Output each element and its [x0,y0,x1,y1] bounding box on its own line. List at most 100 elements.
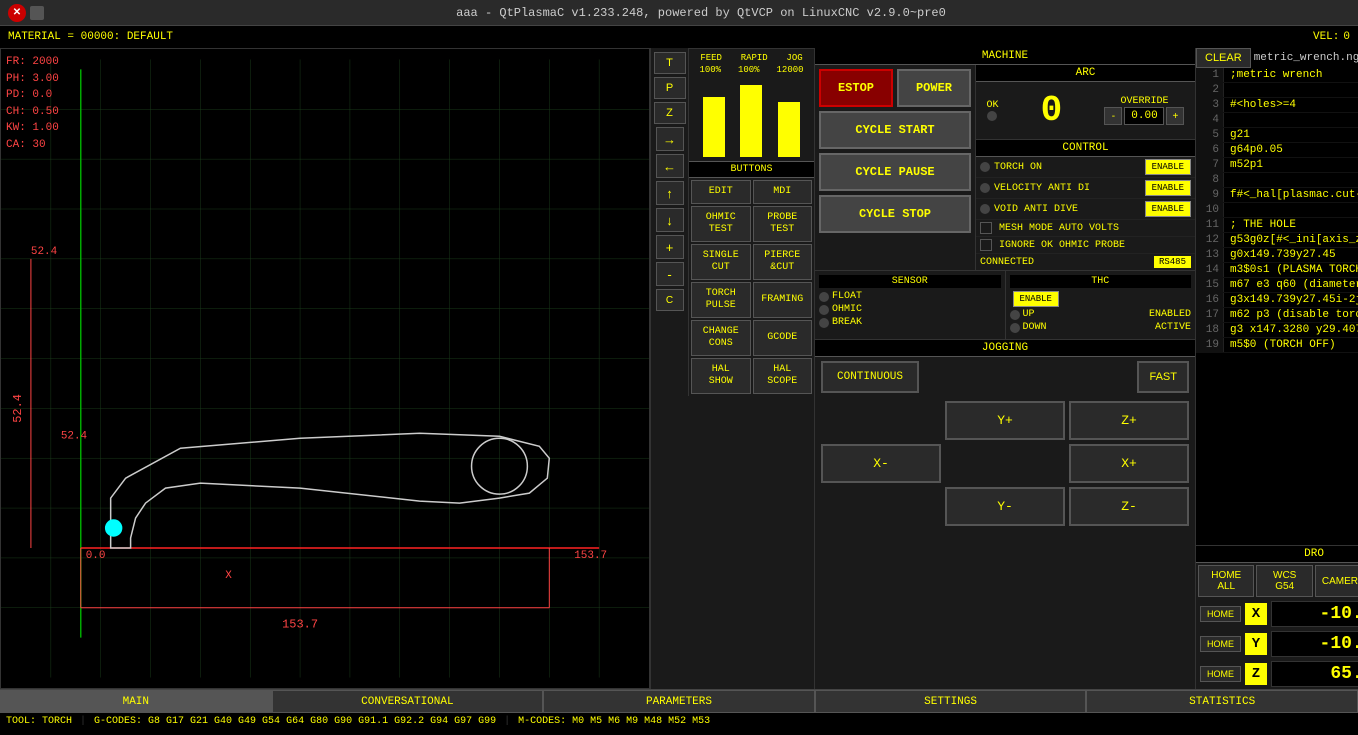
ignore-checkbox[interactable] [980,239,992,251]
line-code: f#<_hal[plasmac.cut-feed-rate [1224,188,1358,202]
change-cons-button[interactable]: CHANGECONS [691,320,751,356]
override-plus-button[interactable]: + [1166,107,1184,125]
ohmic-test-button[interactable]: OHMICTEST [691,206,751,242]
code-line-16: 16g3x149.739y27.45i-2j0 [1196,293,1358,308]
up-arrow-button[interactable]: ↑ [656,181,684,205]
close-button[interactable]: ✕ [8,4,26,22]
left-arrow-button[interactable]: ← [656,154,684,178]
cycle-stop-button[interactable]: CYCLE STOP [819,195,971,233]
plus-button[interactable]: + [656,235,684,259]
line-code: g64p0.05 [1224,143,1289,157]
code-line-11: 11; THE HOLE [1196,218,1358,233]
clear-button[interactable]: CLEAR [1196,48,1251,68]
code-editor[interactable]: 1;metric wrench23#<holes>=445g216g64p0.0… [1196,68,1358,545]
window-title: aaa - QtPlasmaC v1.233.248, powered by Q… [44,6,1358,20]
line-code: m3$0s1 (PLASMA TORCH ON) [1224,263,1358,277]
home-y-button[interactable]: HOME [1200,636,1241,652]
t-button[interactable]: T [654,52,686,74]
jog-bar-container [778,77,800,157]
pierce-cut-button[interactable]: PIERCE&CUT [753,244,813,280]
velocity-label: VELOCITY ANTI DI [994,183,1141,194]
rapid-bar [740,85,762,157]
line-number: 1 [1196,68,1224,82]
line-number: 17 [1196,308,1224,322]
up-row: UP ENABLED [1010,309,1192,320]
home-x-button[interactable]: HOME [1200,606,1241,622]
override-minus-button[interactable]: - [1104,107,1122,125]
continuous-button[interactable]: CONTINUOUS [821,361,919,393]
x-plus-button[interactable]: X+ [1069,444,1189,483]
machine-header: MACHINE [815,48,1195,65]
tab-statistics[interactable]: STATISTICS [1086,690,1358,713]
hal-scope-button[interactable]: HALSCOPE [753,358,813,394]
vel-value: 0 [1343,31,1350,43]
thc-enable-button[interactable]: ENABLE [1013,291,1059,307]
framing-button[interactable]: FRAMING [753,282,813,318]
arc-header: ARC [976,65,1195,82]
editor-header: CLEAR metric_wrench.ngc RELOAD [1196,48,1358,68]
wcs-g54-button[interactable]: WCSG54 [1256,565,1312,597]
estop-button[interactable]: ESTOP [819,69,893,107]
line-code: ; THE HOLE [1224,218,1302,232]
right-arrow-button[interactable]: → [656,127,684,151]
middle-controls-side: FEED RAPID JOG 100% 100% 12000 [689,48,814,396]
gcode-button[interactable]: GCODE [753,320,813,356]
svg-text:X: X [225,570,232,582]
y-plus-button[interactable]: Y+ [945,401,1065,440]
tab-parameters[interactable]: PARAMETERS [543,690,815,713]
velocity-anti-row: VELOCITY ANTI DI ENABLE [976,178,1195,199]
line-code: g3x149.739y27.45i-2j0 [1224,293,1358,307]
jog-side: T P Z → ← ↑ ↓ + - C [651,48,689,396]
line-number: 12 [1196,233,1224,247]
void-led [980,204,990,214]
y-minus-button[interactable]: Y- [945,487,1065,526]
line-code: g53g0z[#<_ini[axis_z]max_limi [1224,233,1358,247]
mdi-button[interactable]: MDI [753,180,813,204]
connected-row: CONNECTED RS485 [976,254,1195,270]
active-label: ACTIVE [1155,322,1191,333]
torch-pulse-button[interactable]: TORCHPULSE [691,282,751,318]
mesh-checkbox[interactable] [980,222,992,234]
z-plus-button[interactable]: Z+ [1069,401,1189,440]
sensor-panel: SENSOR FLOAT OHMIC BREAK [815,271,1005,339]
tab-conversational[interactable]: CONVERSATIONAL [272,690,544,713]
velocity-enable-button[interactable]: ENABLE [1145,180,1191,196]
minus-button[interactable]: - [656,262,684,286]
camera-button[interactable]: CAMERA [1315,565,1358,597]
line-number: 3 [1196,98,1224,112]
single-cut-button[interactable]: SINGLECUT [691,244,751,280]
edit-button[interactable]: EDIT [691,180,751,204]
x-minus-button[interactable]: X- [821,444,941,483]
cycle-pause-button[interactable]: CYCLE PAUSE [819,153,971,191]
svg-text:153.7: 153.7 [282,618,318,632]
home-all-button[interactable]: HOME ALL [1198,565,1254,597]
tab-main[interactable]: MAIN [0,690,272,713]
z-button[interactable]: Z [654,102,686,124]
down-row: DOWN ACTIVE [1010,322,1192,333]
hal-show-button[interactable]: HALSHOW [691,358,751,394]
code-line-5: 5g21 [1196,128,1358,143]
down-arrow-button[interactable]: ↓ [656,208,684,232]
ohmic-led [819,305,829,315]
rs485-badge: RS485 [1154,256,1191,268]
void-enable-button[interactable]: ENABLE [1145,201,1191,217]
torch-enable-button[interactable]: ENABLE [1145,159,1191,175]
arc-ok: OK [986,100,998,121]
minimize-button[interactable] [30,6,44,20]
code-line-15: 15m67 e3 q60 (diameter:4.500, v [1196,278,1358,293]
power-button[interactable]: POWER [897,69,971,107]
feed-bar [703,97,725,157]
c-button[interactable]: C [656,289,684,311]
p-button[interactable]: P [654,77,686,99]
fast-button[interactable]: FAST [1137,361,1189,393]
torch-on-led [980,162,990,172]
home-z-button[interactable]: HOME [1200,666,1241,682]
z-minus-button[interactable]: Z- [1069,487,1189,526]
thc-enable-row: ENABLE [1010,291,1192,307]
tab-settings[interactable]: SETTINGS [815,690,1087,713]
gcodes-status: G-CODES: G8 G17 G21 G40 G49 G54 G64 G80 … [94,716,496,732]
probe-test-button[interactable]: PROBETEST [753,206,813,242]
dro-z-row: HOME Z 65.000 0. [1196,659,1358,689]
line-code: m67 e3 q60 (diameter:4.500, v [1224,278,1358,292]
cycle-start-button[interactable]: CYCLE START [819,111,971,149]
